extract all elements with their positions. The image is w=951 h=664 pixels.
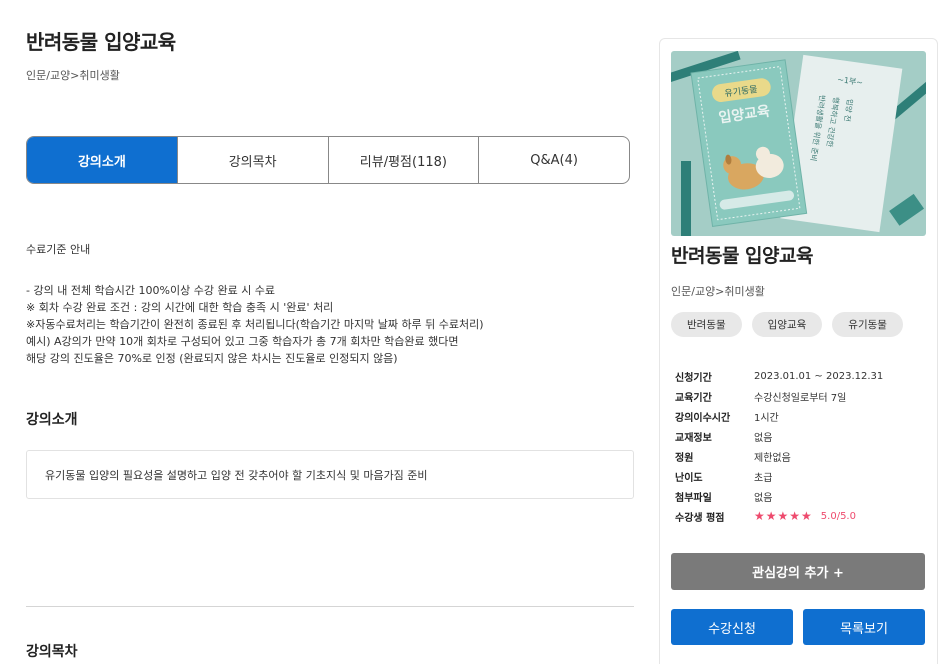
completion-line: 예시) A강의가 만약 10개 회차로 구성되어 있고 그중 학습자가 총 7개… <box>26 335 459 348</box>
info-key: 강의이수시간 <box>675 412 731 424</box>
course-sidebar: ~1부~ 입양 전 행복하고 건강한 반려생활을 위한 준비 유기동물 입양교육 <box>659 38 938 664</box>
tag-chip[interactable]: 입양교육 <box>751 312 823 337</box>
tag-chip[interactable]: 반려동물 <box>671 312 742 337</box>
info-value: 수강신청일로부터 7일 <box>754 392 847 404</box>
thumbnail-illustration: ~1부~ 입양 전 행복하고 건강한 반려생활을 위한 준비 유기동물 입양교육 <box>671 51 926 236</box>
info-row: 강의이수시간 1시간 <box>675 406 883 426</box>
info-value: 없음 <box>754 492 773 504</box>
info-key: 교재정보 <box>675 432 712 444</box>
intro-heading: 강의소개 <box>26 412 78 428</box>
info-value: 1시간 <box>754 412 779 424</box>
intro-box: 유기동물 입양의 필요성을 설명하고 입양 전 갖추어야 할 기초지식 및 마음… <box>26 450 634 499</box>
info-value: 초급 <box>754 472 773 484</box>
sidebar-course-title: 반려동물 입양교육 <box>671 245 813 267</box>
enroll-button[interactable]: 수강신청 <box>671 609 793 645</box>
info-row: 교육기간 수강신청일로부터 7일 <box>675 386 883 406</box>
action-buttons: 수강신청 목록보기 <box>671 609 925 645</box>
info-value: 없음 <box>754 432 773 444</box>
completion-criteria: - 강의 내 전체 학습시간 100%이상 수강 완료 시 수료 ※ 회차 수강… <box>26 282 484 367</box>
info-key: 신청기간 <box>675 372 712 384</box>
completion-title: 수료기준 안내 <box>26 243 91 256</box>
add-wishlist-button[interactable]: 관심강의 추가 + <box>671 553 925 590</box>
info-value: 제한없음 <box>754 452 791 464</box>
rating-key: 수강생 평점 <box>675 512 725 524</box>
divider <box>26 606 634 607</box>
course-tabs: 강의소개 강의목차 리뷰/평점(118) Q&A(4) <box>26 136 630 184</box>
info-key: 교육기간 <box>675 392 712 404</box>
tab-qna[interactable]: Q&A(4) <box>478 137 629 183</box>
star-rating-icon: ★★★★★ <box>754 509 813 523</box>
tab-reviews[interactable]: 리뷰/평점(118) <box>327 137 479 183</box>
tag-list: 반려동물 입양교육 유기동물 <box>671 312 903 337</box>
course-title: 반려동물 입양교육 <box>26 30 176 54</box>
course-thumbnail: ~1부~ 입양 전 행복하고 건강한 반려생활을 위한 준비 유기동물 입양교육 <box>671 51 926 236</box>
rating-score: 5.0/5.0 <box>820 510 856 522</box>
info-row: 교재정보 없음 <box>675 426 883 446</box>
intro-text: 유기동물 입양의 필요성을 설명하고 입양 전 갖추어야 할 기초지식 및 마음… <box>45 468 428 482</box>
info-row: 난이도 초급 <box>675 466 883 486</box>
info-row: 신청기간 2023.01.01 ~ 2023.12.31 <box>675 366 883 386</box>
info-row: 첨부파일 없음 <box>675 486 883 506</box>
info-key: 난이도 <box>675 472 703 484</box>
list-button[interactable]: 목록보기 <box>803 609 925 645</box>
completion-line: ※자동수료처리는 학습기간이 완전히 종료된 후 처리됩니다(학습기간 마지막 … <box>26 318 484 331</box>
sidebar-breadcrumb: 인문/교양>취미생활 <box>671 285 765 298</box>
completion-line: ※ 회차 수강 완료 조건 : 강의 시간에 대한 학습 충족 시 '완료' 처… <box>26 301 334 314</box>
toc-heading: 강의목차 <box>26 644 78 660</box>
course-info-table: 신청기간 2023.01.01 ~ 2023.12.31 교육기간 수강신청일로… <box>675 366 883 526</box>
tag-chip[interactable]: 유기동물 <box>832 312 903 337</box>
completion-line: 해당 강의 진도율은 70%로 인정 (완료되지 않은 차시는 진도율로 인정되… <box>26 352 398 365</box>
info-value: 2023.01.01 ~ 2023.12.31 <box>754 370 884 382</box>
tab-curriculum[interactable]: 강의목차 <box>176 137 328 183</box>
info-row: 정원 제한없음 <box>675 446 883 466</box>
info-key: 정원 <box>675 452 694 464</box>
breadcrumb: 인문/교양>취미생활 <box>26 69 120 82</box>
tab-intro[interactable]: 강의소개 <box>27 137 177 183</box>
completion-line: - 강의 내 전체 학습시간 100%이상 수강 완료 시 수료 <box>26 284 276 297</box>
rating-row: 수강생 평점 ★★★★★ 5.0/5.0 <box>675 506 883 526</box>
info-key: 첨부파일 <box>675 492 712 504</box>
